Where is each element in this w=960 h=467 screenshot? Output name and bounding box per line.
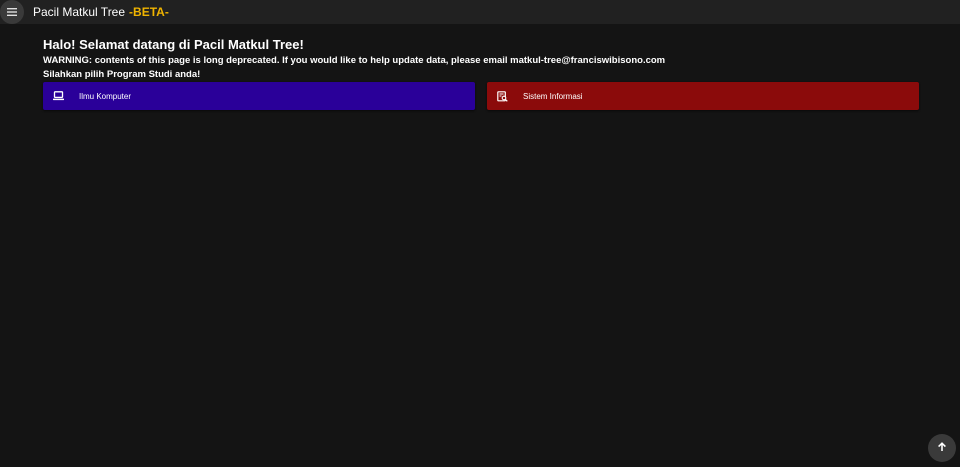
deprecation-warning: WARNING: contents of this page is long d… (43, 55, 666, 66)
app-title[interactable]: Pacil Matkul Tree -BETA- (33, 5, 169, 19)
program-buttons: Ilmu Komputer Sistem Informasi (43, 82, 919, 110)
hamburger-menu-icon (7, 8, 17, 16)
main-content: Halo! Selamat datang di Pacil Matkul Tre… (43, 37, 919, 110)
scroll-to-top-button[interactable] (928, 434, 956, 462)
beta-label: -BETA- (129, 5, 169, 19)
app-title-text: Pacil Matkul Tree (33, 5, 126, 19)
ilmu-komputer-button[interactable]: Ilmu Komputer (43, 82, 475, 110)
page-title: Halo! Selamat datang di Pacil Matkul Tre… (43, 37, 304, 52)
arrow-up-icon (937, 439, 947, 457)
document-search-icon (496, 90, 508, 102)
sistem-informasi-label: Sistem Informasi (523, 91, 583, 101)
top-app-bar: Pacil Matkul Tree -BETA- (0, 0, 960, 24)
laptop-icon (52, 90, 64, 102)
instruction-text: Silahkan pilih Program Studi anda! (43, 69, 201, 80)
sistem-informasi-button[interactable]: Sistem Informasi (487, 82, 919, 110)
menu-button[interactable] (0, 0, 24, 24)
ilmu-komputer-label: Ilmu Komputer (79, 91, 132, 101)
